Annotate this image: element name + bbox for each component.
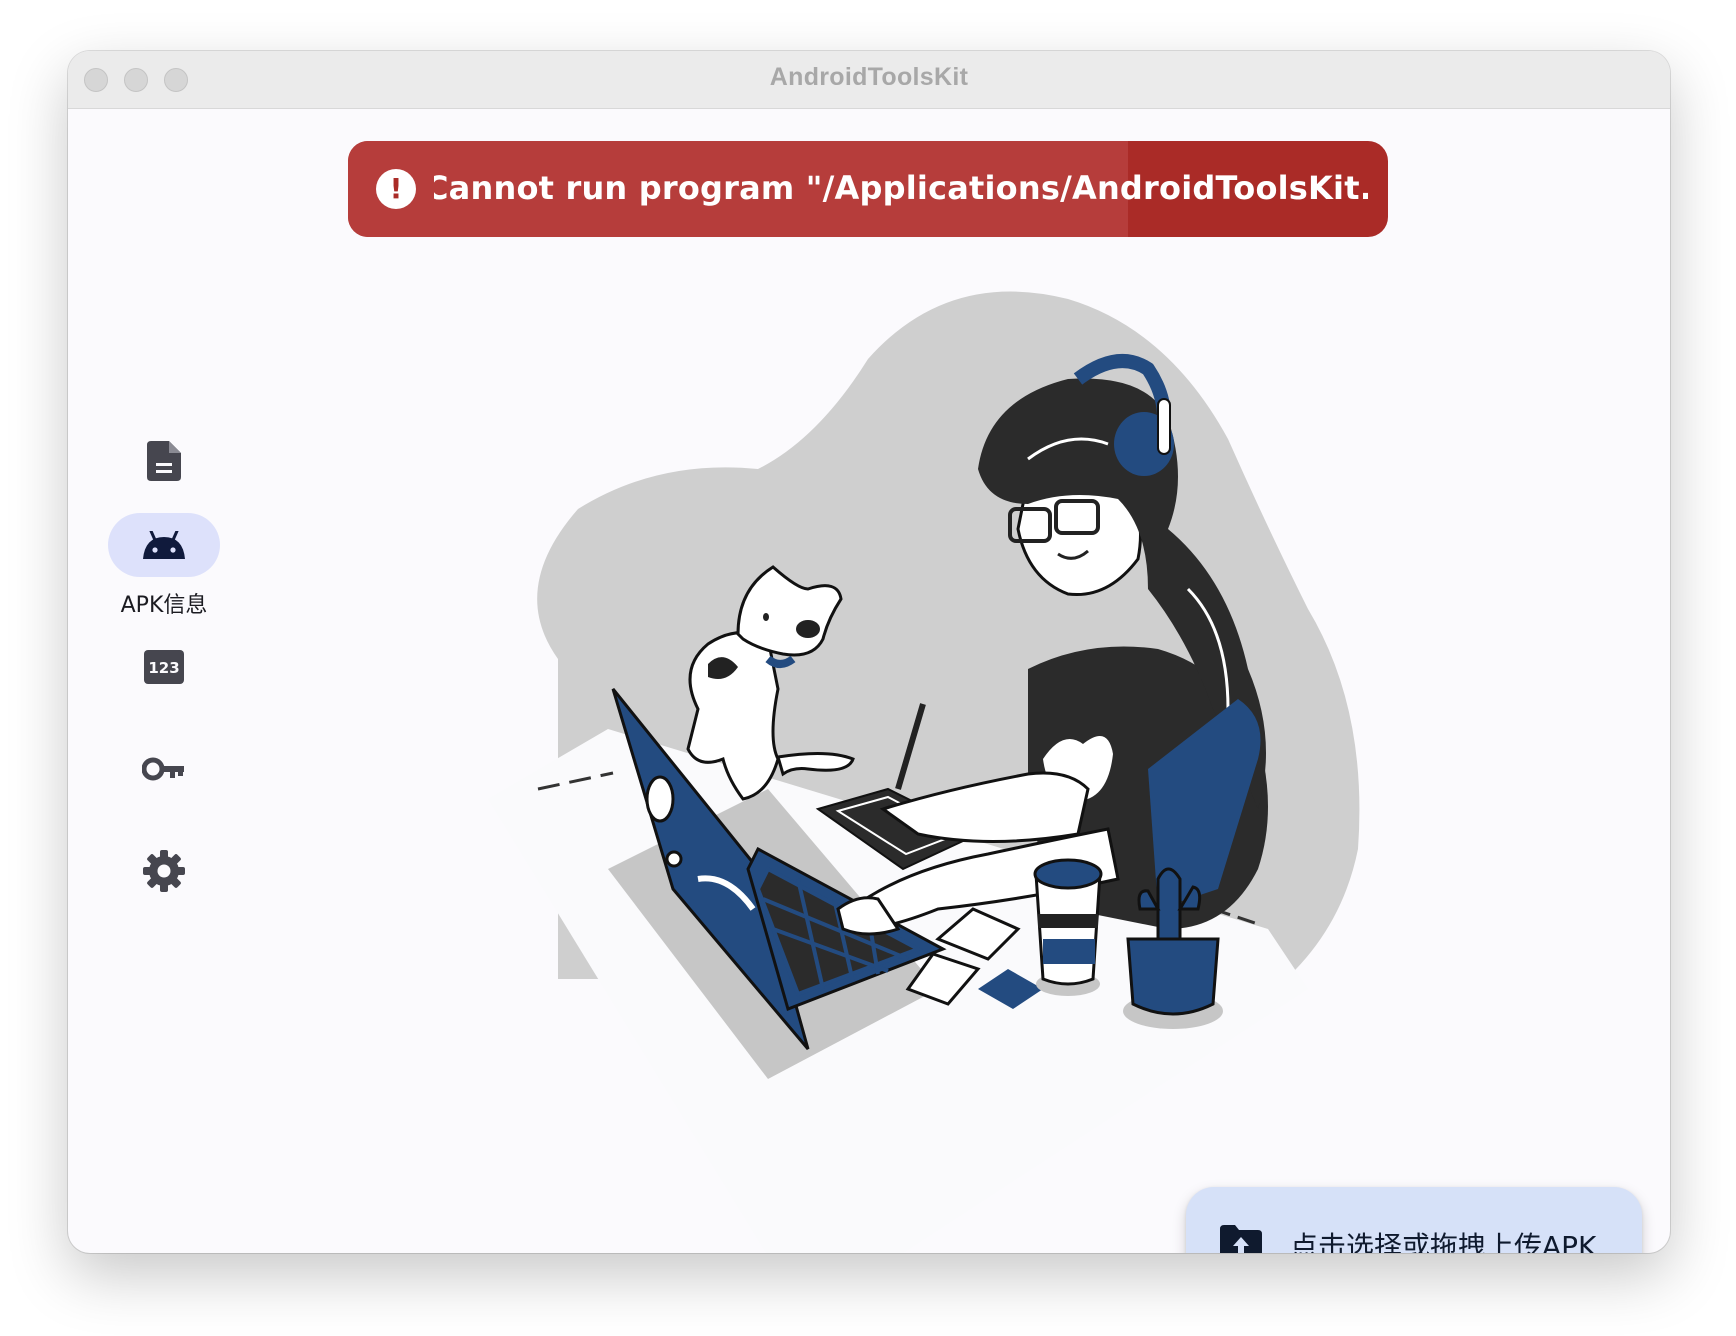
cactus-pot: [1126, 937, 1220, 1016]
app-window: AndroidToolsKit ! Cannot run program "/A…: [68, 51, 1670, 1253]
snackbar-text-viewport: Cannot run program "/Applications/Androi…: [434, 141, 1368, 237]
error-snackbar[interactable]: ! Cannot run program "/Applications/Andr…: [348, 141, 1388, 237]
folder-upload-icon: [1220, 1225, 1262, 1253]
upload-apk-button[interactable]: 点击选择或拖拽上传APK: [1186, 1187, 1642, 1253]
sidebar-item-key[interactable]: [108, 737, 220, 801]
exclamation-circle-icon: !: [376, 169, 416, 209]
svg-text:123: 123: [148, 659, 179, 677]
main-content: ! Cannot run program "/Applications/Andr…: [68, 109, 1670, 1253]
gear-icon: [143, 850, 185, 892]
coffee-cup: [1034, 872, 1102, 986]
snackbar-message: Cannot run program "/Applications/Androi…: [434, 169, 1368, 207]
window-title: AndroidToolsKit: [769, 63, 969, 91]
sidebar-item-settings[interactable]: [108, 839, 220, 903]
empty-state-illustration: [488, 291, 1360, 1253]
title-bar: AndroidToolsKit: [68, 51, 1670, 109]
sidebar-item-document[interactable]: [108, 429, 220, 493]
document-icon: [147, 441, 181, 481]
upload-apk-label: 点击选择或拖拽上传APK: [1290, 1230, 1597, 1253]
sidebar-item-apk-info[interactable]: [108, 513, 220, 577]
123-icon: 123: [144, 650, 184, 684]
android-icon: [143, 531, 185, 559]
sidebar-item-number[interactable]: 123: [108, 635, 220, 699]
key-icon: [142, 757, 184, 781]
sidebar-item-label: APK信息: [120, 593, 208, 618]
